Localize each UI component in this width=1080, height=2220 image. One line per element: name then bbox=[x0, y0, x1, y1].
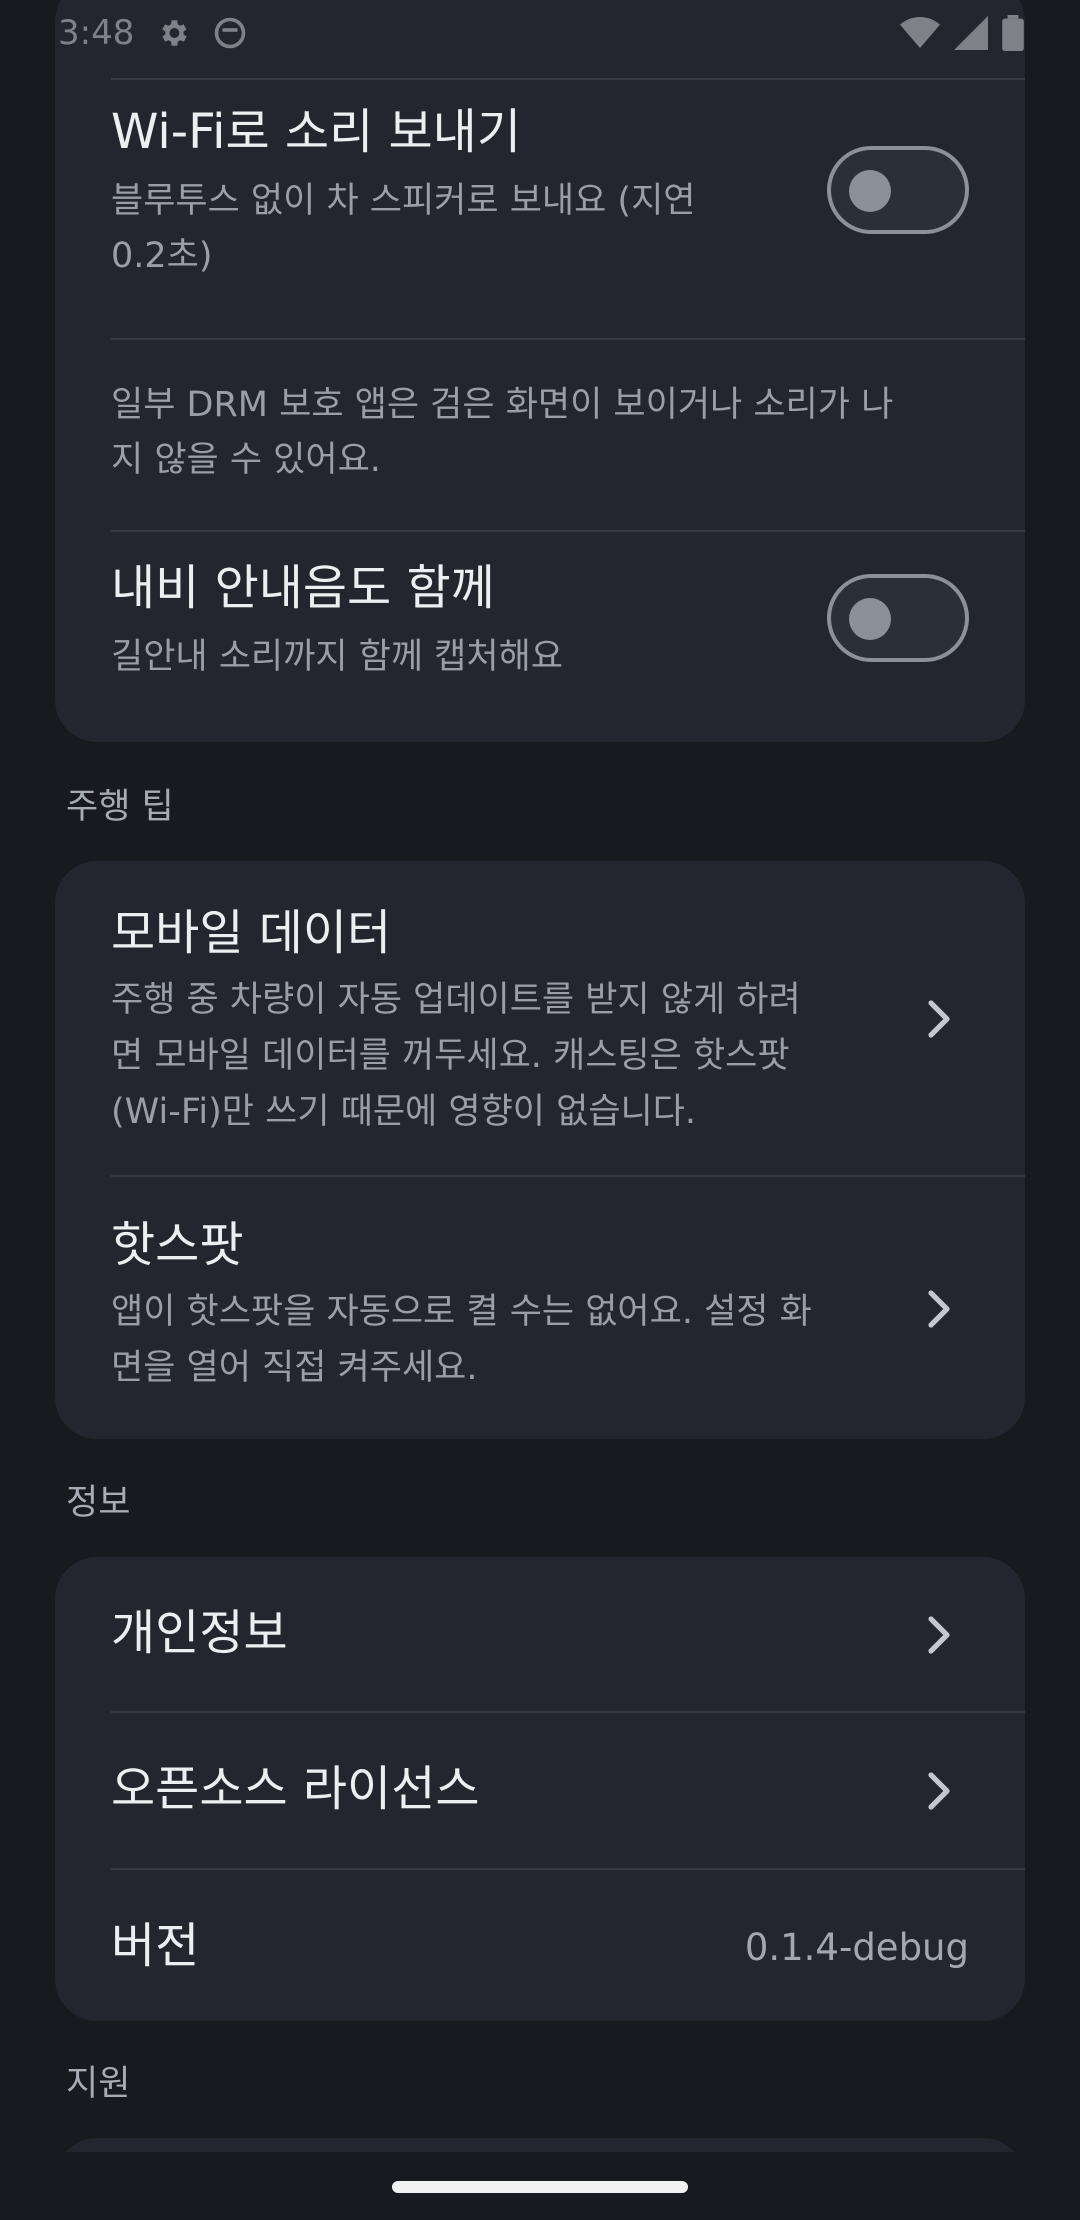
hotspot-title: 핫스팟 bbox=[111, 1217, 244, 1273]
nav-audio-toggle[interactable] bbox=[827, 574, 969, 662]
version-row: 버전 0.1.4-debug bbox=[55, 1870, 1025, 2021]
chevron-right-icon bbox=[928, 1772, 950, 1810]
section-label-driving-tips: 주행 팁 bbox=[66, 787, 174, 827]
version-value: 0.1.4-debug bbox=[744, 1926, 969, 1969]
drm-note-line1: 일부 DRM 보호 앱은 검은 화면이 보이거나 소리가 나 bbox=[111, 385, 894, 425]
status-bar: 3:48 bbox=[0, 0, 1080, 66]
circle-face-icon bbox=[215, 17, 246, 49]
privacy-row[interactable]: 개인정보 bbox=[55, 1557, 1025, 1712]
privacy-title: 개인정보 bbox=[111, 1605, 288, 1661]
mobile-data-desc-line3: (Wi-Fi)만 쓰기 때문에 영향이 없습니다. bbox=[111, 1092, 697, 1132]
nav-audio-title: 내비 안내음도 함께 bbox=[111, 560, 495, 616]
section-label-info: 정보 bbox=[66, 1483, 131, 1523]
drm-note-line2: 지 않을 수 있어요. bbox=[111, 440, 381, 480]
card-divider bbox=[111, 338, 1025, 340]
wifi-audio-title: Wi-Fi로 소리 보내기 bbox=[111, 104, 521, 160]
chevron-right-icon bbox=[928, 1290, 950, 1328]
hotspot-desc-line2: 면을 열어 직접 켜주세요. bbox=[111, 1348, 478, 1388]
signal-icon bbox=[954, 16, 988, 50]
licenses-row[interactable]: 오픈소스 라이선스 bbox=[55, 1713, 1025, 1869]
wifi-audio-row[interactable]: Wi-Fi로 소리 보내기 블루투스 없이 차 스피커로 보내요 (지연 0.2… bbox=[55, 80, 1025, 318]
battery-icon bbox=[1002, 15, 1024, 51]
gesture-home-bar[interactable] bbox=[392, 2181, 688, 2193]
toggle-knob bbox=[849, 598, 891, 640]
wifi-icon bbox=[900, 17, 940, 48]
nav-audio-subtitle: 길안내 소리까지 함께 캡처해요 bbox=[111, 637, 563, 677]
mobile-data-title: 모바일 데이터 bbox=[111, 905, 392, 961]
section-label-support: 지원 bbox=[66, 2064, 131, 2104]
nav-audio-row[interactable]: 내비 안내음도 함께 길안내 소리까지 함께 캡처해요 bbox=[55, 532, 1025, 742]
chevron-right-icon bbox=[928, 1000, 950, 1038]
wifi-audio-subtitle-line1: 블루투스 없이 차 스피커로 보내요 (지연 bbox=[111, 181, 696, 221]
hotspot-row[interactable]: 핫스팟 앱이 핫스팟을 자동으로 켤 수는 없어요. 설정 화 면을 열어 직접… bbox=[55, 1177, 1025, 1439]
driving-tips-card: 모바일 데이터 주행 중 차량이 자동 업데이트를 받지 않게 하려 면 모바일… bbox=[55, 861, 1025, 1439]
mobile-data-desc-line2: 면 모바일 데이터를 꺼두세요. 캐스팅은 핫스팟 bbox=[111, 1036, 790, 1076]
wifi-audio-toggle[interactable] bbox=[827, 146, 969, 234]
info-card: 개인정보 오픈소스 라이선스 버전 0.1.4-debug bbox=[55, 1557, 1025, 2021]
chevron-right-icon bbox=[928, 1616, 950, 1654]
version-title: 버전 bbox=[111, 1918, 200, 1974]
mobile-data-desc-line1: 주행 중 차량이 자동 업데이트를 받지 않게 하려 bbox=[111, 980, 801, 1020]
mobile-data-row[interactable]: 모바일 데이터 주행 중 차량이 자동 업데이트를 받지 않게 하려 면 모바일… bbox=[55, 861, 1025, 1177]
wifi-audio-subtitle-line2: 0.2초) bbox=[111, 236, 213, 276]
toggle-knob bbox=[849, 170, 891, 212]
settings-gear-icon bbox=[162, 20, 187, 46]
hotspot-desc-line1: 앱이 핫스팟을 자동으로 켤 수는 없어요. 설정 화 bbox=[111, 1292, 812, 1332]
settings-screen: 3:48 Wi-Fi로 소리 보내기 블루투스 없이 차 스피커로 보내요 (지… bbox=[0, 0, 1080, 2220]
status-time: 3:48 bbox=[58, 13, 135, 53]
audio-settings-card: Wi-Fi로 소리 보내기 블루투스 없이 차 스피커로 보내요 (지연 0.2… bbox=[55, 0, 1025, 742]
licenses-title: 오픈소스 라이선스 bbox=[111, 1761, 480, 1817]
